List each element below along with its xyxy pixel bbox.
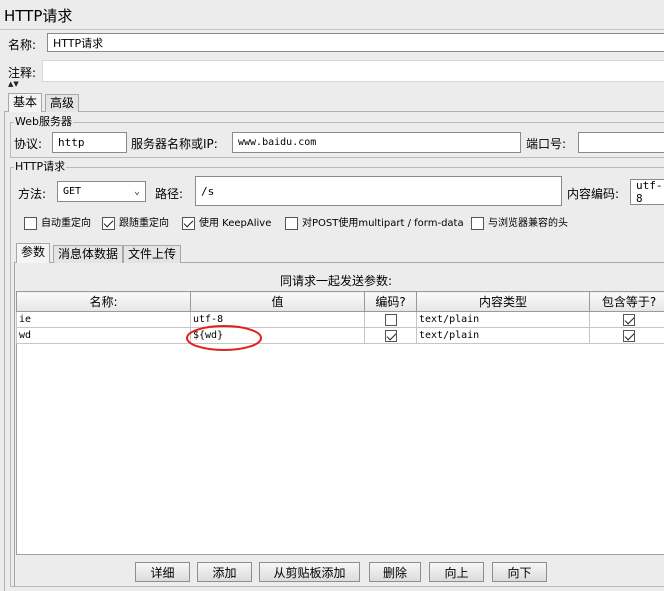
- encoding-input[interactable]: utf-8: [630, 179, 664, 205]
- param-encode-cell[interactable]: [364, 327, 417, 344]
- server-label: 服务器名称或IP:: [131, 137, 218, 151]
- column-header-value[interactable]: 值: [190, 291, 365, 312]
- collapse-arrows-icon[interactable]: ▲▼: [8, 81, 19, 88]
- comment-label: 注释:: [8, 66, 37, 80]
- table-header-row: 名称: 值 编码? 内容类型 包含等于?: [16, 291, 664, 312]
- port-label: 端口号:: [526, 137, 567, 151]
- param-include-equals-cell[interactable]: [589, 311, 664, 328]
- param-name-cell[interactable]: ie: [16, 311, 191, 328]
- param-content-type-cell[interactable]: text/plain: [416, 311, 590, 328]
- name-field[interactable]: HTTP请求: [47, 33, 664, 52]
- tab-basic[interactable]: 基本: [8, 93, 43, 112]
- include-equals-checkbox[interactable]: [623, 329, 635, 342]
- multipart-checkbox[interactable]: [285, 217, 298, 230]
- encode-checkbox[interactable]: [384, 313, 397, 326]
- method-label: 方法:: [18, 187, 47, 201]
- auto-redirect-label: 自动重定向: [41, 218, 91, 229]
- http-request-legend: HTTP请求: [14, 160, 67, 173]
- add-from-clipboard-button[interactable]: 从剪贴板添加: [259, 562, 360, 582]
- param-content-type-cell[interactable]: text/plain: [416, 327, 590, 344]
- path-value: /s: [201, 184, 215, 198]
- chevron-down-icon: ⌄: [133, 186, 140, 197]
- path-input[interactable]: /s: [195, 176, 562, 206]
- params-caption: 同请求一起发送参数:: [280, 274, 393, 288]
- encoding-value: utf-8: [636, 179, 663, 205]
- keepalive-label: 使用 KeepAlive: [199, 218, 272, 229]
- title-divider: [0, 29, 664, 30]
- browser-headers-checkbox[interactable]: [471, 217, 484, 230]
- tab-body-data[interactable]: 消息体数据: [53, 245, 124, 263]
- column-header-encode[interactable]: 编码?: [364, 291, 417, 312]
- table-row[interactable]: wd ${wd} text/plain: [16, 327, 664, 344]
- column-header-content-type[interactable]: 内容类型: [416, 291, 590, 312]
- protocol-input[interactable]: http: [52, 132, 127, 153]
- comment-field[interactable]: [42, 60, 664, 82]
- detail-button[interactable]: 详细: [135, 562, 190, 582]
- path-label: 路径:: [155, 187, 184, 201]
- move-down-button[interactable]: 向下: [492, 562, 547, 582]
- encode-checkbox[interactable]: [384, 329, 397, 342]
- web-server-legend: Web服务器: [14, 115, 73, 128]
- add-button[interactable]: 添加: [197, 562, 252, 582]
- protocol-value: http: [58, 136, 85, 149]
- multipart-label: 对POST使用multipart / form-data: [302, 218, 464, 229]
- param-encode-cell[interactable]: [364, 311, 417, 328]
- browser-headers-label: 与浏览器兼容的头: [488, 218, 568, 229]
- protocol-label: 协议:: [14, 137, 43, 151]
- tab-file-upload[interactable]: 文件上传: [123, 245, 182, 263]
- table-row[interactable]: ie utf-8 text/plain: [16, 311, 664, 328]
- tab-advanced[interactable]: 高级: [45, 94, 80, 112]
- move-up-button[interactable]: 向上: [429, 562, 484, 582]
- params-table: 名称: 值 编码? 内容类型 包含等于? ie utf-8 text/plain…: [16, 291, 664, 344]
- param-include-equals-cell[interactable]: [589, 327, 664, 344]
- column-header-name[interactable]: 名称:: [16, 291, 191, 312]
- follow-redirect-label: 跟随重定向: [119, 218, 169, 229]
- annotation-circle: [186, 325, 262, 351]
- name-label: 名称:: [8, 38, 37, 52]
- name-value: HTTP请求: [53, 36, 104, 50]
- auto-redirect-checkbox[interactable]: [24, 217, 37, 230]
- tab-parameters[interactable]: 参数: [16, 243, 51, 263]
- delete-button[interactable]: 删除: [369, 562, 421, 582]
- window-title: HTTP请求: [4, 7, 73, 25]
- server-input[interactable]: www.baidu.com: [232, 132, 521, 153]
- follow-redirect-checkbox[interactable]: [102, 217, 115, 230]
- keepalive-checkbox[interactable]: [182, 217, 195, 230]
- server-value: www.baidu.com: [238, 137, 317, 148]
- method-value: GET: [63, 186, 82, 197]
- param-name-cell[interactable]: wd: [16, 327, 191, 344]
- column-header-include-equals[interactable]: 包含等于?: [589, 291, 664, 312]
- include-equals-checkbox[interactable]: [623, 313, 635, 326]
- port-input[interactable]: [578, 132, 664, 153]
- method-select[interactable]: GET ⌄: [57, 181, 146, 202]
- encoding-label: 内容编码:: [567, 187, 620, 201]
